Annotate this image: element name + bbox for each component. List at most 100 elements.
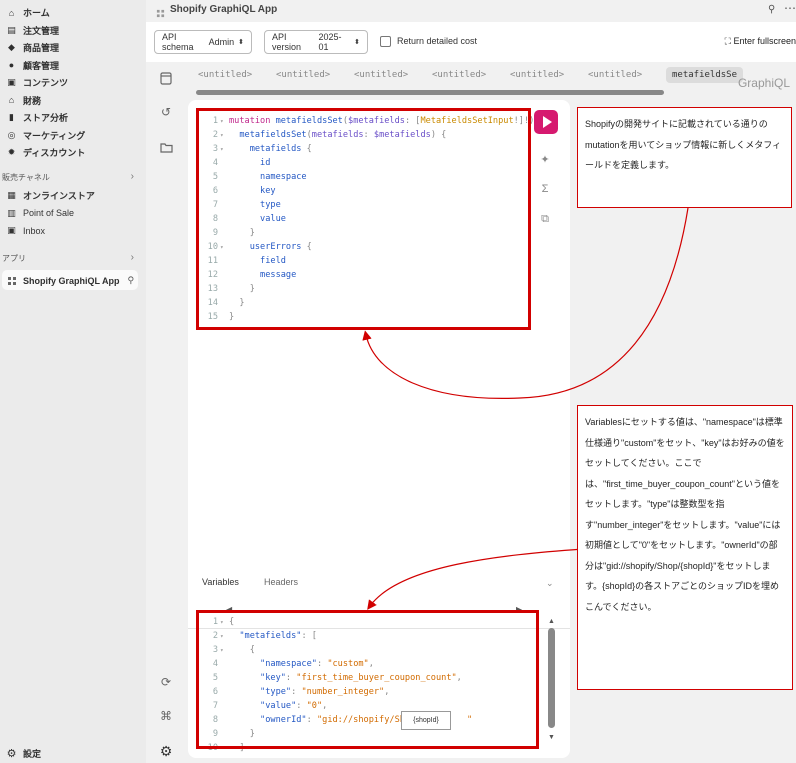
sales-channels-header[interactable]: 販売チャネル › [2, 171, 142, 183]
sidebar: ⌂ ホーム ▤ 注文管理 ◆ 商品管理 ● 顧客管理 ▣ コンテンツ ⌂ 財務 ▮ ストア分析 ◎ マーケティ… [0, 0, 146, 763]
graphiql-logo: GraphiQL [737, 76, 790, 90]
tab-variables[interactable]: Variables [202, 577, 239, 587]
store-icon: ▦ [7, 190, 16, 200]
sidebar-item-label: ホーム [23, 8, 50, 18]
variables-scrollbar[interactable] [548, 628, 555, 728]
prettify-icon[interactable]: ✦ [538, 152, 552, 166]
api-schema-prefix: API schema [162, 32, 194, 52]
chart-icon: ▮ [9, 112, 14, 122]
editor-tab[interactable]: <untitled> [588, 70, 642, 80]
return-detailed-cost-checkbox[interactable] [380, 36, 391, 47]
sidebar-channel-item[interactable]: ▦ オンラインストア [6, 187, 95, 204]
refetch-schema-icon[interactable]: ⟳ [158, 674, 174, 690]
tab-headers[interactable]: Headers [264, 577, 298, 587]
play-icon [542, 116, 552, 128]
editor-tab[interactable]: metafieldsSe [666, 67, 744, 83]
docs-icon[interactable] [158, 70, 174, 86]
sidebar-item[interactable]: ⌂ 財務 [6, 92, 41, 109]
sidebar-channel-item[interactable]: ▣ Inbox [6, 222, 45, 239]
sidebar-item-label: 設定 [23, 749, 42, 759]
sidebar-item[interactable]: ▣ コンテンツ [6, 74, 68, 91]
content-icon: ▣ [7, 77, 16, 87]
enter-fullscreen-button[interactable]: ⛶ Enter fullscreen [725, 36, 796, 47]
sidebar-item-label: 財務 [23, 95, 42, 106]
chevron-updown-icon: ⬍ [238, 39, 244, 46]
chevron-right-icon: › [130, 252, 134, 263]
settings-icon[interactable]: ⚙ [158, 743, 174, 759]
tabs-scrollbar[interactable] [196, 90, 664, 95]
shopid-label: {shopId} [401, 711, 451, 730]
discount-icon: ✹ [7, 147, 16, 157]
chevron-right-icon: › [130, 171, 134, 182]
sales-channels-label: 販売チャネル [2, 173, 50, 182]
person-icon: ● [8, 60, 15, 70]
api-schema-select[interactable]: API schema Admin ⬍ [154, 30, 252, 54]
history-icon[interactable]: ↺ [158, 104, 174, 120]
sidebar-item[interactable]: ▤ 注文管理 [6, 22, 59, 39]
more-icon[interactable]: ⋯ [784, 1, 796, 15]
editor-tab[interactable]: <untitled> [354, 70, 408, 80]
gear-icon: ⚙ [6, 748, 17, 760]
api-schema-value: Admin [208, 37, 235, 47]
apps-label: アプリ [2, 254, 26, 263]
variables-highlight-box [196, 610, 539, 749]
apps-header[interactable]: アプリ › [2, 252, 142, 264]
fullscreen-icon: ⛶ [724, 36, 731, 46]
sidebar-item[interactable]: ✹ ディスカウント [6, 144, 86, 161]
sidebar-item-settings[interactable]: ⚙ 設定 [6, 745, 41, 762]
shortcuts-icon[interactable]: ⌘ [158, 708, 174, 724]
sidebar-item-label: 商品管理 [23, 43, 60, 53]
copy-icon[interactable]: ⧉ [538, 212, 552, 226]
sidebar-item-label: Inbox [23, 225, 46, 236]
sidebar-item-label: ディスカウント [23, 148, 86, 158]
pos-icon: ▥ [7, 207, 16, 218]
callout-variables: Variablesにセットする値は、"namespace"は標準仕様通り"cus… [577, 405, 793, 690]
home-icon: ⌂ [8, 7, 15, 18]
merge-fragments-icon[interactable]: Σ [538, 182, 552, 196]
sidebar-item[interactable]: ⌂ ホーム [6, 4, 50, 21]
bank-icon: ⌂ [8, 95, 15, 105]
sidebar-item-label: マーケティング [23, 130, 86, 141]
sidebar-channel-item[interactable]: ▥ Point of Sale [6, 205, 74, 222]
api-version-value: 2025-01 [318, 32, 342, 52]
query-highlight-box [196, 108, 531, 330]
app-icon [6, 275, 17, 286]
tag-icon: ◆ [8, 42, 15, 52]
api-version-select[interactable]: API version 2025-01 ⬍ [264, 30, 368, 54]
sidebar-item-label: 顧客管理 [23, 60, 60, 71]
app-header: Shopify GraphiQL App ⚲ ⋯ [146, 0, 796, 22]
callout-mutation-text: Shopifyの開発サイトに記載されている通りのmutationを用いてショップ… [585, 119, 782, 170]
graphiql-sidebar: ↺ ⟳ ⌘ ⚙ [146, 62, 186, 763]
editor-tab[interactable]: <untitled> [432, 70, 486, 80]
editor-tab[interactable]: <untitled> [510, 70, 564, 80]
sidebar-item-label: Shopify GraphiQL App [23, 275, 120, 286]
sidebar-item-label: オンラインストア [23, 191, 95, 201]
editor-tab[interactable]: <untitled> [198, 70, 252, 80]
return-detailed-cost-label: Return detailed cost [397, 36, 478, 46]
app-icon [156, 5, 165, 23]
pin-icon[interactable]: ⚲ [768, 4, 775, 15]
run-button[interactable] [534, 110, 558, 134]
query-editor-panel: 1 ▾ mutation metafieldsSet($metafields: [M… [188, 100, 570, 758]
sidebar-item-label: Point of Sale [23, 208, 75, 218]
sidebar-item[interactable]: ◆ 商品管理 [6, 39, 59, 56]
sidebar-item[interactable]: ◎ マーケティング [6, 127, 86, 144]
callout-variables-text: Variablesにセットする値は、"namespace"は標準仕様通り"cus… [585, 417, 785, 612]
scroll-up-icon[interactable]: ▲ [548, 618, 555, 625]
sidebar-item[interactable]: ● 顧客管理 [6, 57, 59, 74]
sidebar-item[interactable]: ▮ ストア分析 [6, 109, 68, 126]
explorer-folder-icon[interactable] [158, 139, 174, 155]
orders-icon: ▤ [7, 24, 16, 35]
sidebar-item-label: コンテンツ [23, 78, 69, 88]
chevron-down-icon[interactable]: ⌄ [546, 578, 554, 589]
editor-tab[interactable]: <untitled> [276, 70, 330, 80]
graphiql-toolbar: API schema Admin ⬍ API version 2025-01 ⬍… [146, 22, 796, 62]
inbox-icon: ▣ [7, 225, 16, 235]
callout-mutation: Shopifyの開発サイトに記載されている通りのmutationを用いてショップ… [577, 107, 792, 208]
pin-icon[interactable]: ⚲ [128, 275, 135, 286]
app-title: Shopify GraphiQL App [170, 4, 278, 15]
sidebar-item-shopify-graphiql-app[interactable]: Shopify GraphiQL App ⚲ [6, 272, 134, 289]
scroll-down-icon[interactable]: ▼ [548, 734, 555, 741]
sidebar-item-label: ストア分析 [23, 113, 69, 123]
api-version-prefix: API version [272, 32, 302, 52]
